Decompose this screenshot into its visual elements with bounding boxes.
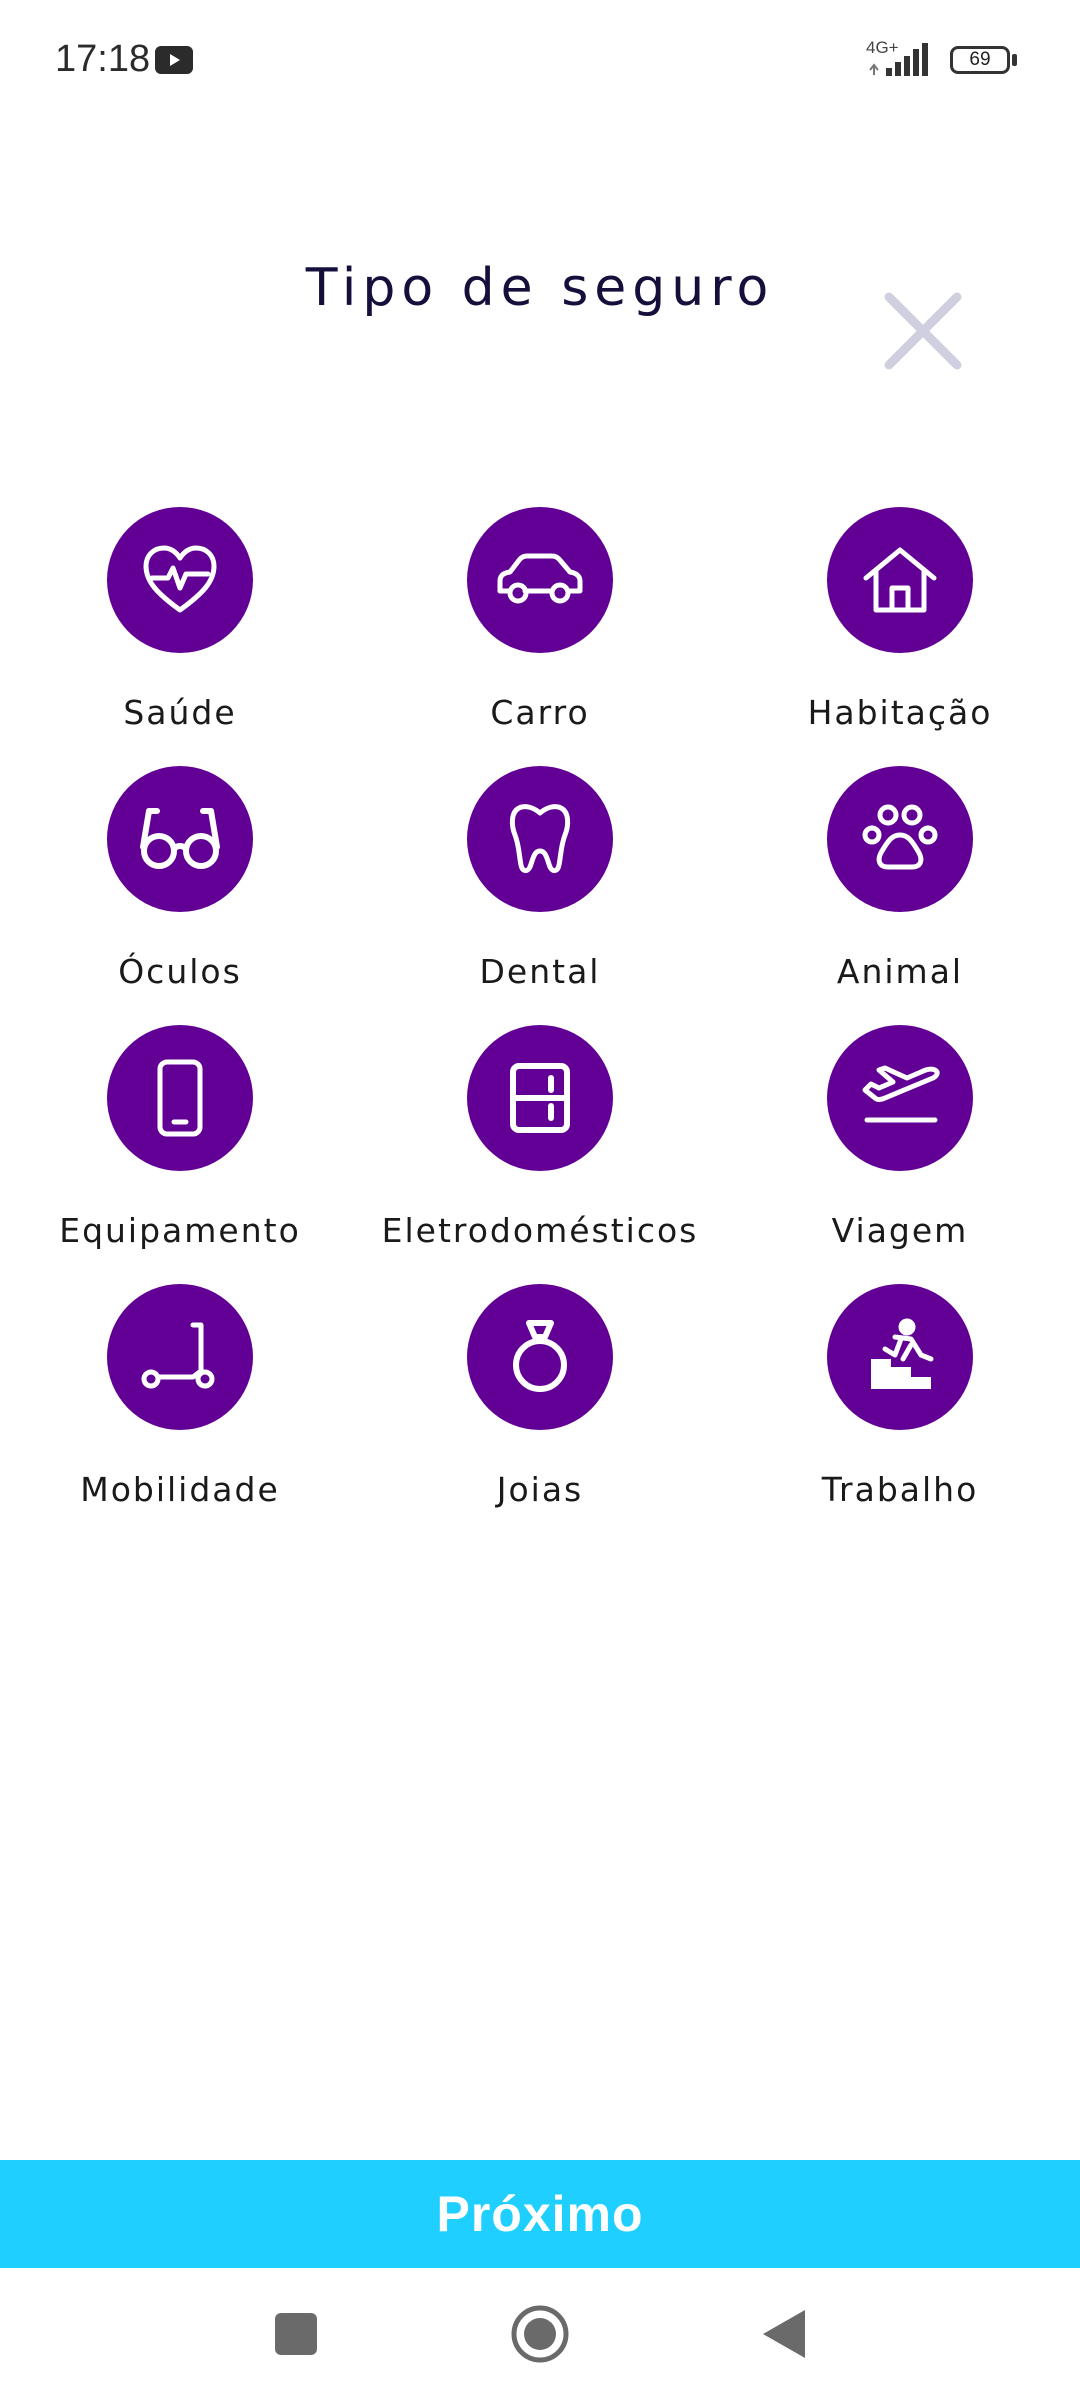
- appliance-icon: [510, 1063, 570, 1133]
- category-carro[interactable]: Carro: [360, 505, 720, 763]
- status-time: 17:18: [55, 38, 151, 80]
- category-icon-circle: [827, 1025, 973, 1171]
- category-viagem[interactable]: Viagem: [720, 1023, 1080, 1281]
- house-icon: [863, 547, 937, 613]
- category-label: Saúde: [123, 693, 237, 732]
- battery-tip: [1012, 54, 1017, 66]
- category-label: Óculos: [118, 952, 242, 991]
- square-icon: [275, 2313, 317, 2355]
- youtube-icon: [155, 46, 193, 74]
- home-button[interactable]: [470, 2268, 610, 2400]
- category-label: Viagem: [831, 1211, 969, 1250]
- category-mobilidade[interactable]: Mobilidade: [0, 1282, 360, 1540]
- heart-pulse-icon: [143, 545, 217, 613]
- airplane-takeoff-icon: [862, 1065, 940, 1123]
- battery-icon: 69: [950, 46, 1010, 74]
- category-label: Animal: [836, 952, 964, 991]
- category-label: Equipamento: [59, 1211, 301, 1250]
- ring-icon: [513, 1320, 567, 1392]
- category-icon-circle: [107, 507, 253, 653]
- back-button[interactable]: [714, 2268, 854, 2400]
- category-icon-circle: [107, 1284, 253, 1430]
- triangle-back-icon: [763, 2310, 805, 2358]
- category-icon-circle: [827, 1284, 973, 1430]
- category-icon-circle: [467, 507, 613, 653]
- category-oculos[interactable]: Óculos: [0, 764, 360, 1022]
- category-icon-circle: [827, 766, 973, 912]
- category-label: Eletrodomésticos: [381, 1211, 699, 1250]
- close-icon: [884, 292, 962, 370]
- category-icon-circle: [467, 766, 613, 912]
- system-navigation-bar: [0, 2268, 1080, 2400]
- category-label: Carro: [490, 693, 590, 732]
- category-dental[interactable]: Dental: [360, 764, 720, 1022]
- category-icon-circle: [827, 507, 973, 653]
- car-icon: [497, 553, 583, 604]
- category-joias[interactable]: Joias: [360, 1282, 720, 1540]
- category-icon-circle: [107, 1025, 253, 1171]
- status-bar: 17:18 4G+ 69: [0, 0, 1080, 120]
- category-trabalho[interactable]: Trabalho: [720, 1282, 1080, 1540]
- category-label: Dental: [479, 952, 601, 991]
- circle-icon: [511, 2305, 569, 2363]
- category-icon-circle: [107, 766, 253, 912]
- battery-level: 69: [969, 49, 991, 70]
- close-button[interactable]: [878, 286, 968, 376]
- category-equipamento[interactable]: Equipamento: [0, 1023, 360, 1281]
- category-label: Joias: [496, 1470, 584, 1509]
- smartphone-icon: [157, 1059, 203, 1137]
- next-button-label: Próximo: [436, 2186, 644, 2242]
- category-habitacao[interactable]: Habitação: [720, 505, 1080, 763]
- glasses-icon: [140, 808, 220, 869]
- category-icon-circle: [467, 1284, 613, 1430]
- category-label: Trabalho: [821, 1470, 979, 1509]
- category-label: Habitação: [807, 693, 993, 732]
- scooter-icon: [141, 1322, 215, 1389]
- stairs-fall-icon: [871, 1318, 934, 1389]
- category-saude[interactable]: Saúde: [0, 505, 360, 763]
- category-eletrodomesticos[interactable]: Eletrodomésticos: [360, 1023, 720, 1281]
- category-label: Mobilidade: [80, 1470, 280, 1509]
- tooth-icon: [509, 804, 571, 874]
- next-button[interactable]: Próximo: [0, 2160, 1080, 2268]
- category-animal[interactable]: Animal: [720, 764, 1080, 1022]
- recents-button[interactable]: [226, 2268, 366, 2400]
- category-icon-circle: [467, 1025, 613, 1171]
- paw-icon: [862, 804, 938, 870]
- signal-icon: [869, 43, 928, 76]
